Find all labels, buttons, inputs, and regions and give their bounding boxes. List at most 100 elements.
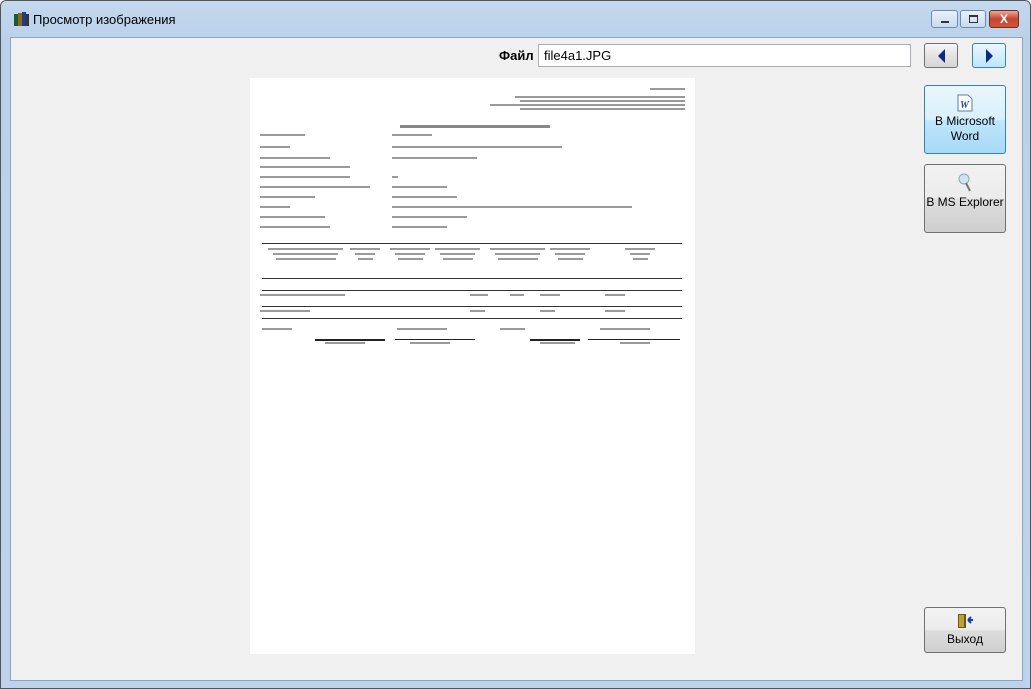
document-mark <box>490 104 685 106</box>
document-mark <box>392 157 477 159</box>
document-mark <box>443 258 473 260</box>
document-mark <box>260 157 330 159</box>
document-mark <box>260 176 350 178</box>
document-mark <box>262 290 682 291</box>
document-mark <box>260 310 310 312</box>
document-mark <box>470 294 488 296</box>
open-in-explorer-button[interactable]: В MS Explorer <box>924 164 1006 233</box>
next-button[interactable] <box>972 43 1006 68</box>
title-bar[interactable]: Просмотр изображения X <box>1 1 1030 37</box>
document-mark <box>515 96 685 98</box>
document-mark <box>500 328 525 330</box>
document-mark <box>395 339 475 340</box>
document-mark <box>260 134 305 136</box>
file-label: Файл <box>499 48 534 63</box>
document-mark <box>650 88 685 90</box>
minimize-button[interactable] <box>931 10 958 28</box>
document-mark <box>390 248 430 250</box>
document-image-preview <box>250 78 695 654</box>
document-mark <box>588 339 680 340</box>
document-mark <box>555 253 585 255</box>
window-title: Просмотр изображения <box>33 12 176 27</box>
document-mark <box>510 294 524 296</box>
document-mark <box>435 248 480 250</box>
document-mark <box>530 339 580 341</box>
books-icon <box>14 12 29 26</box>
document-mark <box>392 216 467 218</box>
document-mark <box>260 146 290 148</box>
document-mark <box>540 310 555 312</box>
document-mark <box>262 318 682 319</box>
document-mark <box>625 248 655 250</box>
document-mark <box>262 278 682 279</box>
document-mark <box>260 216 325 218</box>
document-mark <box>262 243 682 244</box>
document-mark <box>410 342 450 344</box>
maximize-icon <box>968 15 978 23</box>
explorer-button-label: В MS Explorer <box>926 195 1004 209</box>
document-mark <box>620 342 650 344</box>
arrow-left-icon <box>937 48 945 63</box>
document-mark <box>605 310 625 312</box>
document-mark <box>260 226 330 228</box>
document-mark <box>392 206 632 208</box>
document-mark <box>440 253 475 255</box>
previous-button[interactable] <box>924 43 958 68</box>
exit-door-icon <box>958 614 973 628</box>
document-mark <box>400 125 550 128</box>
arrow-right-icon <box>985 48 993 63</box>
document-mark <box>350 248 380 250</box>
word-button-label: В Microsoft Word <box>934 114 995 143</box>
document-mark <box>600 328 650 330</box>
scanned-invoice-image <box>260 88 685 344</box>
document-mark <box>495 253 540 255</box>
document-mark <box>392 196 457 198</box>
document-mark <box>392 146 562 148</box>
svg-text:W: W <box>960 100 970 111</box>
document-mark <box>392 134 432 136</box>
document-mark <box>315 339 385 341</box>
document-mark <box>392 186 447 188</box>
document-mark <box>392 226 447 228</box>
document-mark <box>540 294 560 296</box>
document-mark <box>398 258 423 260</box>
document-mark <box>260 166 350 168</box>
document-mark <box>550 248 590 250</box>
document-mark <box>520 108 685 110</box>
document-mark <box>260 206 290 208</box>
document-mark <box>260 186 370 188</box>
window: Просмотр изображения X Файл W В Microsof… <box>0 0 1031 689</box>
document-mark <box>633 258 648 260</box>
document-mark <box>260 196 315 198</box>
document-mark <box>540 342 575 344</box>
document-mark <box>470 310 485 312</box>
exit-button-label: Выход <box>947 632 983 646</box>
document-mark <box>276 258 336 260</box>
file-input[interactable] <box>538 44 911 67</box>
document-mark <box>262 328 292 330</box>
magnifier-icon <box>958 173 971 192</box>
document-mark <box>395 253 425 255</box>
minimize-icon <box>940 21 949 23</box>
exit-button[interactable]: Выход <box>924 607 1006 653</box>
document-mark <box>605 294 625 296</box>
document-mark <box>630 253 650 255</box>
document-mark <box>558 258 583 260</box>
close-icon: X <box>999 12 1008 26</box>
document-mark <box>498 258 538 260</box>
document-mark <box>392 176 398 178</box>
document-mark <box>520 100 685 102</box>
document-mark <box>490 248 545 250</box>
document-mark <box>397 328 447 330</box>
close-button[interactable]: X <box>989 10 1019 28</box>
document-mark <box>260 294 345 296</box>
word-document-icon: W <box>957 94 973 112</box>
open-in-word-button[interactable]: W В Microsoft Word <box>924 85 1006 154</box>
document-mark <box>273 253 338 255</box>
maximize-button[interactable] <box>960 10 986 28</box>
document-mark <box>262 306 682 307</box>
document-mark <box>355 253 375 255</box>
document-mark <box>358 258 373 260</box>
document-mark <box>268 248 343 250</box>
document-mark <box>325 342 365 344</box>
